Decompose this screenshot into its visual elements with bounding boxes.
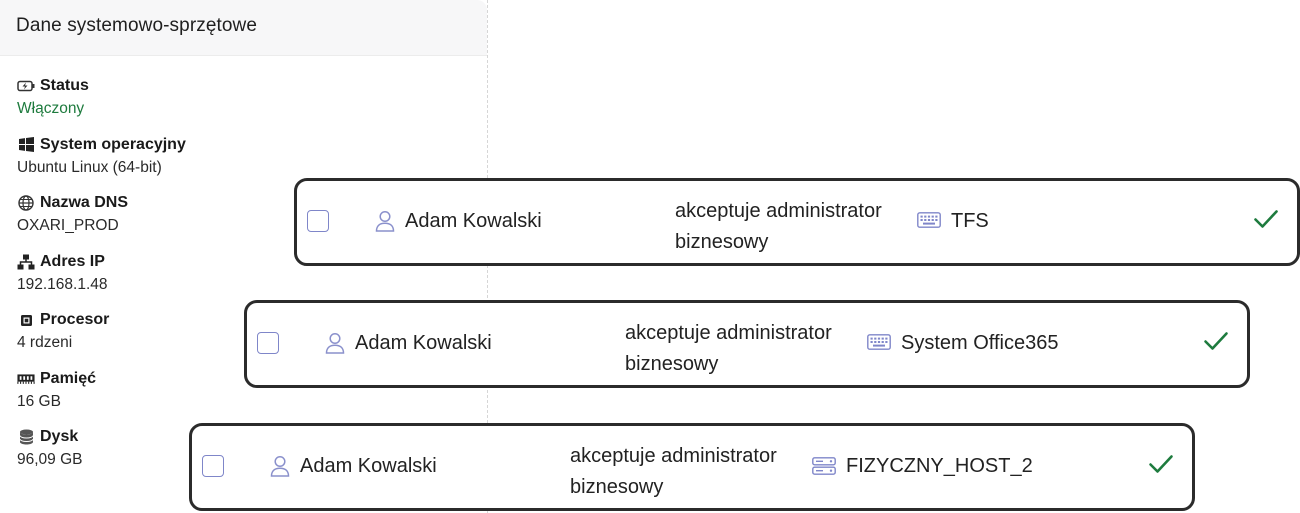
prop-label: Nazwa DNS xyxy=(40,194,129,211)
system-name: FIZYCZNY_HOST_2 xyxy=(846,455,1033,477)
prop-status: Status Włączony xyxy=(17,76,186,135)
prop-os: System operacyjny Ubuntu Linux (64-bit) xyxy=(17,135,186,194)
prop-value: 192.168.1.48 xyxy=(17,275,108,293)
panel-title: Dane systemowo-sprzętowe xyxy=(16,15,258,36)
prop-disk: Dysk 96,09 GB xyxy=(17,427,186,486)
prop-dns: Nazwa DNS OXARI_PROD xyxy=(17,193,186,252)
system-name: System Office365 xyxy=(901,332,1059,354)
memory-icon xyxy=(17,371,35,387)
system-name: TFS xyxy=(951,210,989,232)
prop-value: Włączony xyxy=(17,100,85,117)
prop-ip: Adres IP 192.168.1.48 xyxy=(17,252,186,311)
database-icon xyxy=(17,429,35,445)
row-checkbox[interactable] xyxy=(257,332,279,354)
user-icon xyxy=(375,210,395,237)
user-name: Adam Kowalski xyxy=(405,210,542,232)
prop-value: 4 rdzeni xyxy=(17,334,73,351)
row-checkbox[interactable] xyxy=(307,210,329,232)
approval-row[interactable]: Adam Kowalski akceptuje administrator bi… xyxy=(189,423,1195,511)
server-icon xyxy=(812,457,836,480)
prop-label: Procesor xyxy=(40,311,110,328)
user-icon xyxy=(325,332,345,359)
keyboard-icon xyxy=(867,334,891,355)
approval-row[interactable]: Adam Kowalski akceptuje administrator bi… xyxy=(294,178,1300,266)
approval-role: akceptuje administrator biznesowy xyxy=(570,445,777,498)
user-name: Adam Kowalski xyxy=(300,455,437,477)
battery-charging-icon xyxy=(17,78,35,94)
properties-list: Status Włączony System operacyjny Ubuntu… xyxy=(17,76,186,486)
checkmark-icon xyxy=(1253,208,1279,235)
prop-cpu: Procesor 4 rdzeni xyxy=(17,310,186,369)
cpu-icon xyxy=(17,312,35,328)
user-icon xyxy=(270,455,290,482)
user-name: Adam Kowalski xyxy=(355,332,492,354)
checkmark-icon xyxy=(1203,330,1229,357)
approval-role: akceptuje administrator biznesowy xyxy=(625,322,832,375)
windows-icon xyxy=(17,137,35,153)
row-checkbox[interactable] xyxy=(202,455,224,477)
prop-label: System operacyjny xyxy=(40,135,186,153)
prop-value: OXARI_PROD xyxy=(17,217,119,234)
prop-label: Status xyxy=(40,77,89,94)
prop-value: 16 GB xyxy=(17,392,61,410)
globe-icon xyxy=(17,195,35,211)
prop-value: Ubuntu Linux (64-bit) xyxy=(17,158,162,176)
prop-label: Adres IP xyxy=(40,252,105,270)
panel-header: Dane systemowo-sprzętowe xyxy=(0,0,487,56)
checkmark-icon xyxy=(1148,453,1174,480)
network-icon xyxy=(17,254,35,270)
prop-value: 96,09 GB xyxy=(17,451,83,468)
approval-row[interactable]: Adam Kowalski akceptuje administrator bi… xyxy=(244,300,1250,388)
keyboard-icon xyxy=(917,212,941,233)
prop-memory: Pamięć 16 GB xyxy=(17,369,186,428)
approval-role: akceptuje administrator biznesowy xyxy=(675,200,882,253)
prop-label: Dysk xyxy=(40,428,79,445)
prop-label: Pamięć xyxy=(40,369,97,387)
